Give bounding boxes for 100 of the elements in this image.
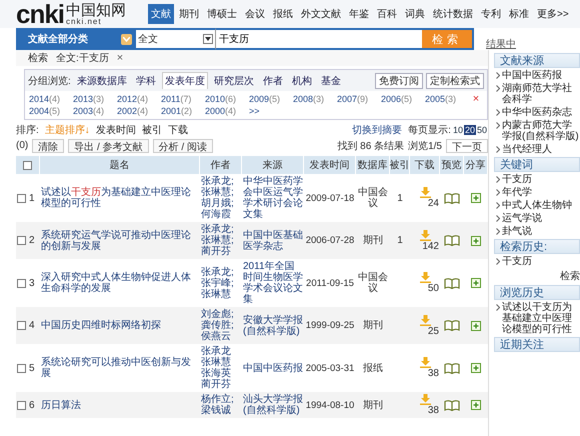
title-link[interactable]: 系统研究运气学说可推动中医理论的创新与发展 (41, 230, 199, 252)
title-link[interactable]: 中国历史四维时标网络初探 (41, 320, 161, 331)
book-icon[interactable] (444, 362, 460, 374)
sidebar-item[interactable]: 运气学说 (502, 213, 542, 224)
plus-icon[interactable] (471, 193, 481, 203)
nav-tab[interactable]: 专利 (478, 4, 504, 24)
sidebar-item[interactable]: 中式人体生物钟 (502, 200, 572, 211)
author-link[interactable]: 蔺开芬 (201, 246, 234, 257)
per-page-option[interactable]: 20 (464, 124, 476, 134)
year-link[interactable]: 2000(4) (205, 106, 249, 116)
source-link[interactable]: 安徽大学学报(自然科学版) (243, 314, 303, 336)
nav-tab[interactable]: 外文文献 (298, 4, 344, 24)
year-link[interactable]: 2010(6) (205, 94, 249, 105)
sidebar-item[interactable]: 中国中医药报 (502, 70, 562, 81)
select-all-checkbox[interactable] (23, 160, 32, 170)
year-link[interactable]: 2011(7) (161, 94, 205, 105)
year-link[interactable]: 2003(4) (73, 106, 117, 116)
sidebar-item[interactable]: 年代学 (502, 187, 532, 198)
group-tab[interactable]: 来源数据库 (74, 72, 130, 89)
per-page-option[interactable]: 50 (476, 124, 488, 134)
author-link[interactable]: 张海英 (201, 368, 231, 379)
source-link[interactable]: 2011年全国时间生物医学学术会议论文集 (243, 261, 303, 305)
sidebar-item[interactable]: 当代经理人 (502, 144, 552, 155)
row-checkbox[interactable] (17, 194, 26, 202)
nav-tab[interactable]: 期刊 (176, 4, 202, 24)
remove-button[interactable]: × (116, 52, 124, 64)
author-link[interactable]: 杨作立; (201, 394, 234, 405)
nav-tab[interactable]: 报纸 (270, 4, 296, 24)
toolbar-button[interactable]: 导出 / 参考文献 (68, 138, 149, 152)
nav-tab[interactable]: 更多>> (534, 4, 572, 24)
author-link[interactable]: 张承龙; (201, 266, 234, 278)
toolbar-button[interactable]: 分析 / 阅读 (152, 138, 213, 152)
sidebar-item[interactable]: 湖南师范大学社会科学 (502, 83, 580, 105)
author-link[interactable]: 张承龙; (201, 224, 234, 235)
sort-option[interactable]: 下载 (168, 122, 188, 136)
category-selector[interactable]: 文献全部分类 (16, 28, 136, 50)
group-tab[interactable]: 学科 (132, 72, 159, 89)
title-link[interactable]: 系统论研究可以推动中医创新与发展 (41, 357, 199, 379)
row-checkbox[interactable] (17, 364, 26, 372)
switch-view-link[interactable]: 切换到摘要 (352, 122, 402, 136)
author-link[interactable]: 龚传胜; (201, 320, 234, 331)
year-link[interactable]: 2006(5) (381, 94, 425, 105)
plus-icon[interactable] (471, 363, 481, 373)
nav-tab[interactable]: 年鉴 (346, 4, 372, 24)
year-link[interactable]: 2013(3) (73, 94, 117, 105)
author-link[interactable]: 刘金彪; (201, 309, 234, 320)
source-link[interactable]: 中华中医药学会中医运气学学术研讨会论文集 (243, 176, 303, 220)
year-link[interactable]: 2009(5) (249, 94, 293, 105)
nav-tab[interactable]: 博硕士 (204, 4, 240, 24)
group-tab[interactable]: 发表年度 (162, 72, 208, 89)
book-icon[interactable] (444, 235, 460, 246)
author-link[interactable]: 张承龙 (201, 346, 231, 357)
author-link[interactable]: 侯燕云 (201, 331, 234, 342)
author-link[interactable]: 张宇峰; (201, 278, 234, 288)
row-checkbox[interactable] (17, 321, 26, 330)
plus-icon[interactable] (471, 400, 481, 410)
search-link[interactable]: 检索 (560, 269, 580, 283)
per-page-option[interactable]: 10 (452, 124, 464, 134)
author-link[interactable]: 张承龙; (201, 176, 234, 187)
sidebar-item[interactable]: 干支历 (502, 256, 532, 267)
source-link[interactable]: 中国中医基础医学杂志 (243, 230, 303, 252)
author-link[interactable]: 梁钱诚 (201, 405, 234, 416)
sort-option[interactable]: 被引 (142, 122, 162, 136)
next-page-button[interactable]: 下一页 (446, 138, 488, 152)
close-button[interactable]: × (469, 94, 483, 105)
title-link[interactable]: 试述以干支历为基础建立中医理论模型的可行性 (41, 187, 199, 209)
group-tab[interactable]: 作者 (260, 72, 286, 89)
author-link[interactable]: 张琳慧 (201, 357, 231, 368)
title-link[interactable]: 历日算法 (41, 400, 81, 410)
row-checkbox[interactable] (17, 236, 26, 245)
year-link[interactable]: 2001(2) (161, 106, 205, 116)
author-link[interactable]: 张琳慧 (201, 288, 234, 300)
nav-tab[interactable]: 百科 (374, 4, 400, 24)
nav-tab[interactable]: 标准 (506, 4, 532, 24)
year-link[interactable]: 2012(4) (117, 94, 161, 105)
year-link[interactable]: 2014(4) (29, 94, 73, 105)
toolbar-button[interactable]: 清除 (32, 138, 64, 152)
subscribe-button[interactable]: 免费订阅 (375, 72, 423, 88)
book-icon[interactable] (444, 400, 460, 410)
nav-tab[interactable]: 会议 (242, 4, 268, 24)
field-select[interactable]: 全文 (136, 28, 216, 50)
year-link[interactable]: 2008(3) (293, 94, 337, 105)
sidebar-item[interactable]: 试述以干支历为基础建立中医理论模型的可行性 (502, 302, 580, 335)
book-icon[interactable] (444, 320, 460, 331)
year-link[interactable]: 2005(3) (425, 94, 469, 105)
row-checkbox[interactable] (17, 278, 26, 288)
plus-icon[interactable] (471, 320, 481, 330)
nav-tab[interactable]: 文献 (148, 4, 174, 24)
group-tab[interactable]: 基金 (318, 72, 344, 89)
plus-icon[interactable] (471, 278, 481, 288)
title-link[interactable]: 深入研究中式人体生物钟促进人体生命科学的发展 (41, 272, 199, 294)
search-within-link[interactable]: 结果中 (486, 37, 516, 51)
nav-tab[interactable]: 统计数据 (430, 4, 476, 24)
group-tab[interactable]: 研究层次 (210, 72, 257, 89)
author-link[interactable]: 蔺开芬 (201, 379, 231, 390)
source-link[interactable]: 中国中医药报 (243, 362, 303, 374)
author-link[interactable]: 张琳慧; (201, 187, 234, 198)
nav-tab[interactable]: 词典 (402, 4, 428, 24)
subscribe-button[interactable]: 定制检索式 (426, 72, 484, 88)
sidebar-item[interactable]: 卦气说 (502, 226, 532, 237)
